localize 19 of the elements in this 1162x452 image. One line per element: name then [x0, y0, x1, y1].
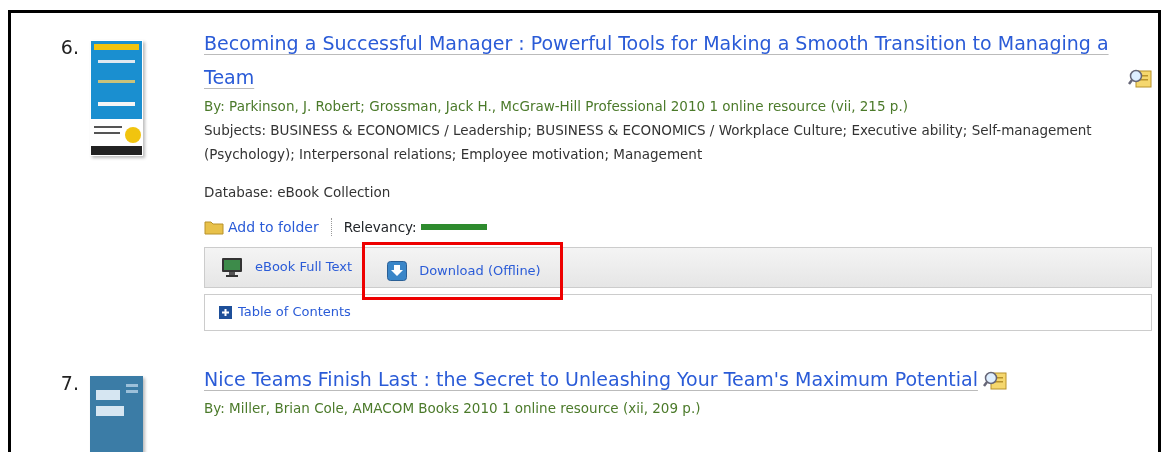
- monitor-icon: [221, 257, 243, 277]
- byline: By: Parkinson, J. Robert; Grossman, Jack H., McGraw-Hill Professional 2010 1 online resource (vii, 215 p.): [204, 97, 909, 116]
- relevancy-label: Relevancy:: [343, 217, 417, 237]
- subjects-text: Subjects: BUSINESS & ECONOMICS / Leadership; BUSINESS & ECONOMICS / Workplace Culture; Executive ability; Self-management (Psychology); Interpersonal relations; Employee motivation; Management: [204, 121, 1093, 165]
- plus-icon[interactable]: [219, 305, 232, 319]
- preview-icon[interactable]: [1128, 68, 1152, 88]
- table-of-contents-link[interactable]: Table of Contents: [238, 302, 351, 322]
- result-title-link[interactable]: Becoming a Successful Manager : Powerful Tools for Making a Smooth Transition to Managing a Team: [204, 26, 1123, 94]
- format-tab[interactable]: Download (Offline): [363, 242, 562, 299]
- database-text: Database: eBook Collection: [204, 183, 392, 203]
- format-tab[interactable]: eBook Full Text: [205, 247, 366, 287]
- preview-icon[interactable]: [982, 369, 1007, 390]
- folder-icon: [204, 219, 224, 235]
- result-number: 7.: [59, 370, 80, 396]
- byline: By: Miller, Brian Cole, AMACOM Books 2010 1 online resource (xii, 209 p.): [204, 398, 702, 418]
- add-to-folder-link[interactable]: Add to folder: [228, 216, 319, 238]
- result-title-link[interactable]: Nice Teams Finish Last : the Secret to Unleashing Your Team's Maximum Potential: [204, 361, 978, 396]
- result-number: 6.: [59, 35, 80, 60]
- download-icon: [387, 260, 408, 281]
